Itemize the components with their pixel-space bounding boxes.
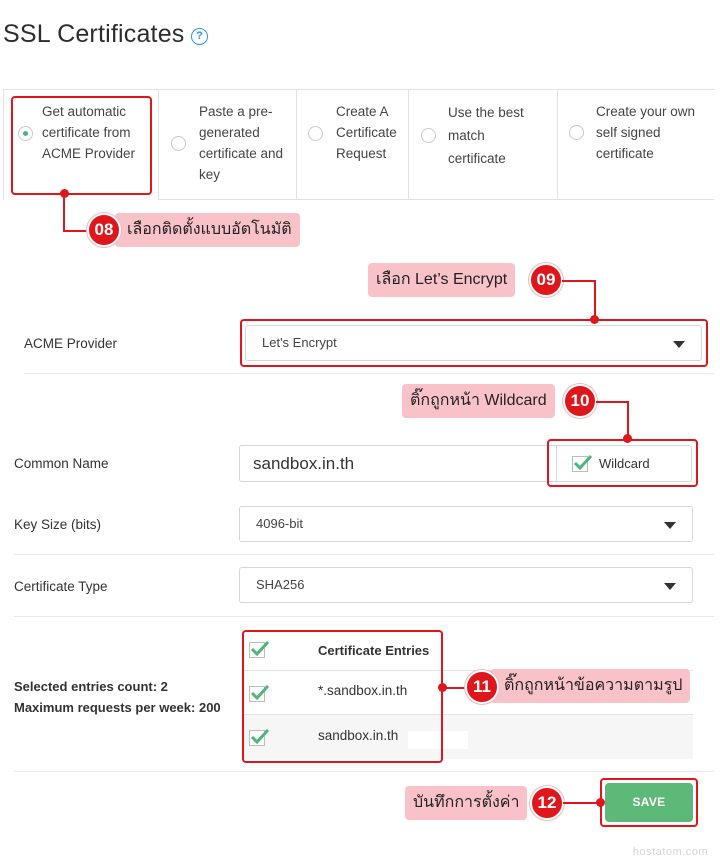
annotation-badge-12: 12 bbox=[530, 786, 564, 820]
watermark: hostatom.com bbox=[632, 846, 708, 858]
annotation-note-10: ติ๊กถูกหน้า Wildcard bbox=[402, 384, 555, 418]
question-circle-icon[interactable]: ? bbox=[191, 28, 208, 45]
annotation-line bbox=[563, 802, 599, 804]
annotation-line bbox=[596, 401, 629, 403]
highlight-wildcard bbox=[547, 439, 698, 487]
annotation-badge-11: 11 bbox=[465, 670, 499, 704]
annotation-note-12: บันทึกการตั้งค่า bbox=[405, 786, 528, 820]
radio-paste-certificate[interactable] bbox=[171, 136, 186, 151]
highlight-acme-tab bbox=[11, 96, 152, 195]
radio-best-match[interactable] bbox=[421, 128, 436, 143]
certificate-type-label: Certificate Type bbox=[14, 579, 108, 594]
common-name-label: Common Name bbox=[14, 456, 109, 471]
key-size-select[interactable]: 4096-bit bbox=[239, 506, 693, 542]
divider bbox=[14, 554, 714, 555]
highlight-acme-select bbox=[240, 319, 708, 367]
annotation-line bbox=[594, 280, 596, 320]
tab-best-match[interactable]: Use the best match certificate bbox=[408, 90, 557, 200]
annotation-note-08: เลือกติดตั้งแบบอัตโนมัติ bbox=[115, 213, 300, 247]
annotation-badge-10: 10 bbox=[563, 384, 597, 418]
highlight-save bbox=[600, 778, 698, 827]
annotation-badge-09: 09 bbox=[529, 263, 563, 297]
annotation-badge-08: 08 bbox=[87, 213, 121, 247]
max-requests-per-week: Maximum requests per week: 200 bbox=[14, 700, 221, 715]
radio-self-signed[interactable] bbox=[569, 125, 584, 140]
key-size-label: Key Size (bits) bbox=[14, 517, 102, 532]
highlight-entries bbox=[242, 630, 443, 763]
annotation-line bbox=[63, 193, 65, 232]
radio-create-request[interactable] bbox=[308, 126, 323, 141]
key-size-value: 4096-bit bbox=[256, 516, 303, 531]
tab-label: Create A Certificate Request bbox=[336, 104, 397, 161]
caret-down-icon bbox=[664, 583, 676, 590]
tab-paste-certificate[interactable]: Paste a pre- generated certificate and k… bbox=[158, 90, 296, 200]
certificate-type-value: SHA256 bbox=[256, 577, 305, 592]
tab-label: Paste a pre- generated certificate and k… bbox=[199, 104, 284, 182]
selected-entries-count: Selected entries count: 2 bbox=[14, 679, 168, 694]
annotation-note-11: ติ๊กถูกหน้าข้อความตามรูป bbox=[490, 669, 691, 703]
page-title: SSL Certificates bbox=[3, 20, 185, 48]
acme-provider-label: ACME Provider bbox=[24, 336, 118, 351]
certificate-type-select[interactable]: SHA256 bbox=[239, 567, 693, 603]
annotation-dot bbox=[590, 315, 599, 324]
divider bbox=[24, 373, 714, 374]
common-name-input[interactable]: sandbox.in.th bbox=[239, 445, 557, 482]
annotation-line bbox=[63, 230, 89, 232]
tab-label: Create your own self signed certificate bbox=[596, 104, 696, 161]
tab-self-signed[interactable]: Create your own self signed certificate bbox=[557, 90, 714, 200]
annotation-note-09: เลือก Let’s Encrypt bbox=[368, 263, 516, 297]
tab-label: Use the best match certificate bbox=[448, 105, 524, 166]
caret-down-icon bbox=[664, 522, 676, 529]
divider bbox=[14, 771, 714, 772]
annotation-line bbox=[562, 280, 596, 282]
divider bbox=[14, 616, 714, 617]
tab-create-request[interactable]: Create A Certificate Request bbox=[296, 90, 408, 200]
